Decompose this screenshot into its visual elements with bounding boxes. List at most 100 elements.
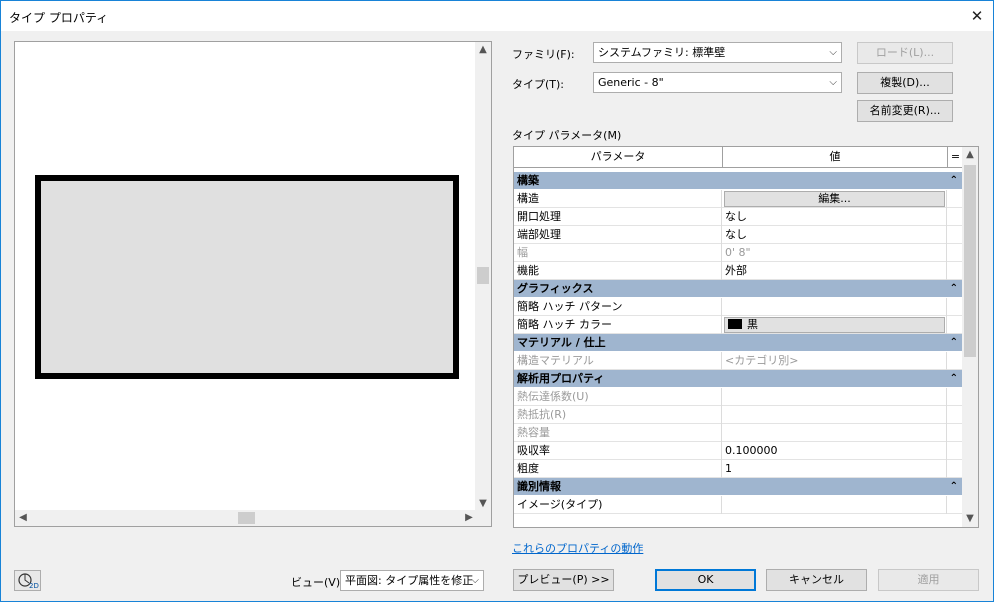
scroll-left-icon[interactable]: ◀ <box>15 510 31 526</box>
close-icon[interactable]: ✕ <box>961 1 993 31</box>
apply-button[interactable]: 適用 <box>878 569 979 591</box>
formula-cell <box>948 460 963 478</box>
scroll-up-icon[interactable]: ▲ <box>962 147 978 163</box>
load-button[interactable]: ロード(L)... <box>857 42 953 64</box>
parameter-value[interactable]: 0.100000 <box>723 442 947 460</box>
column-header-parameter[interactable]: パラメータ <box>514 147 723 167</box>
formula-cell <box>948 316 963 334</box>
parameter-value[interactable] <box>723 496 947 514</box>
family-label: ファミリ(F): <box>512 48 575 61</box>
parameter-value[interactable]: 編集... <box>723 190 947 208</box>
formula-cell <box>948 190 963 208</box>
cancel-button[interactable]: キャンセル <box>766 569 867 591</box>
scroll-down-icon[interactable]: ▼ <box>962 511 978 527</box>
parameter-value: 0' 8" <box>723 244 947 262</box>
parameter-row: 熱伝達係数(U) <box>514 388 963 406</box>
parameter-row[interactable]: イメージ(タイプ) <box>514 496 963 514</box>
parameter-row[interactable]: 開口処理 なし <box>514 208 963 226</box>
parameter-name: 幅 <box>514 244 722 262</box>
parameter-row: 熱抵抗(R) <box>514 406 963 424</box>
collapse-chevron-icon[interactable]: ⌃ <box>950 478 958 496</box>
category-header[interactable]: マテリアル / 仕上 ⌃ <box>514 334 963 352</box>
formula-cell <box>948 226 963 244</box>
collapse-chevron-icon[interactable]: ⌃ <box>950 172 958 190</box>
view-label: ビュー(V): <box>291 576 344 589</box>
parameter-value <box>723 406 947 424</box>
view-value: 平面図: タイプ属性を修正 <box>345 574 474 587</box>
parameter-value[interactable]: なし <box>723 208 947 226</box>
formula-cell <box>948 388 963 406</box>
type-parameters-label: タイプ パラメータ(M) <box>512 129 622 142</box>
category-name: 解析用プロパティ <box>517 372 605 385</box>
properties-help-link[interactable]: これらのプロパティの動作 <box>512 540 643 556</box>
parameter-value[interactable]: なし <box>723 226 947 244</box>
parameter-row[interactable]: 簡略 ハッチ パターン <box>514 298 963 316</box>
formula-cell <box>948 208 963 226</box>
preview-vscroll-thumb[interactable] <box>477 267 489 284</box>
type-label: タイプ(T): <box>512 78 565 91</box>
formula-cell <box>948 262 963 280</box>
parameter-row[interactable]: 機能 外部 <box>514 262 963 280</box>
parameter-value[interactable]: 黒 <box>723 316 947 334</box>
parameter-name: 構造 <box>514 190 722 208</box>
parameter-value[interactable]: 外部 <box>723 262 947 280</box>
formula-cell <box>948 424 963 442</box>
parameter-value[interactable]: 1 <box>723 460 947 478</box>
collapse-chevron-icon[interactable]: ⌃ <box>950 334 958 352</box>
parameter-name: 熱容量 <box>514 424 722 442</box>
category-header[interactable]: グラフィックス ⌃ <box>514 280 963 298</box>
view-2d-icon[interactable]: 2D <box>14 570 41 591</box>
color-picker-button[interactable]: 黒 <box>724 317 945 333</box>
parameter-value[interactable] <box>723 298 947 316</box>
parameter-name: 機能 <box>514 262 722 280</box>
family-combo[interactable]: システムファミリ: 標準壁 ⌵ <box>593 42 842 63</box>
parameter-row[interactable]: 粗度 1 <box>514 460 963 478</box>
preview-button[interactable]: プレビュー(P) >> <box>513 569 614 591</box>
collapse-chevron-icon[interactable]: ⌃ <box>950 370 958 388</box>
parameter-row[interactable]: 構造 編集... <box>514 190 963 208</box>
preview-horizontal-scrollbar[interactable]: ◀ ▶ <box>15 510 477 526</box>
parameter-row[interactable]: 吸収率 0.100000 <box>514 442 963 460</box>
ok-button[interactable]: OK <box>655 569 756 591</box>
parameter-row[interactable]: 簡略 ハッチ カラー 黒 <box>514 316 963 334</box>
preview-canvas[interactable] <box>15 42 477 512</box>
duplicate-button[interactable]: 複製(D)... <box>857 72 953 94</box>
rename-button[interactable]: 名前変更(R)... <box>857 100 953 122</box>
parameter-value <box>723 424 947 442</box>
parameter-row[interactable]: 端部処理 なし <box>514 226 963 244</box>
parameter-name: 吸収率 <box>514 442 722 460</box>
parameter-name: イメージ(タイプ) <box>514 496 722 514</box>
color-swatch-icon <box>728 319 742 329</box>
category-header[interactable]: 解析用プロパティ ⌃ <box>514 370 963 388</box>
grid-vscroll-thumb[interactable] <box>964 165 976 357</box>
preview-vertical-scrollbar[interactable]: ▲ ▼ <box>475 42 491 512</box>
dialog-title: タイプ プロパティ <box>9 11 109 25</box>
view-combo[interactable]: 平面図: タイプ属性を修正 ⌵ <box>340 570 484 591</box>
parameter-value <box>723 388 947 406</box>
parameter-name: 開口処理 <box>514 208 722 226</box>
parameter-name: 熱抵抗(R) <box>514 406 722 424</box>
formula-cell <box>948 352 963 370</box>
category-header[interactable]: 構築 ⌃ <box>514 172 963 190</box>
parameter-name: 簡略 ハッチ パターン <box>514 298 722 316</box>
chevron-down-icon: ⌵ <box>829 47 837 58</box>
edit-structure-button[interactable]: 編集... <box>724 191 945 207</box>
preview-hscroll-thumb[interactable] <box>238 512 255 524</box>
category-header[interactable]: 識別情報 ⌃ <box>514 478 963 496</box>
parameter-row: 幅 0' 8" <box>514 244 963 262</box>
parameter-name: 簡略 ハッチ カラー <box>514 316 722 334</box>
grid-vertical-scrollbar[interactable]: ▲ ▼ <box>962 147 978 527</box>
collapse-chevron-icon[interactable]: ⌃ <box>950 280 958 298</box>
parameter-name: 熱伝達係数(U) <box>514 388 722 406</box>
grid-body: 構築 ⌃ 構造 編集... 開口処理 なし 端部処理 なし幅 0' 8" 機能 外部 グラフィックス ⌃… <box>514 172 963 514</box>
parameter-name: 端部処理 <box>514 226 722 244</box>
formula-cell <box>948 496 963 514</box>
category-name: 識別情報 <box>517 480 561 493</box>
scroll-up-icon[interactable]: ▲ <box>475 42 491 58</box>
column-header-equals[interactable]: = <box>948 147 963 167</box>
column-header-value[interactable]: 値 <box>723 147 948 167</box>
formula-cell <box>948 244 963 262</box>
type-combo[interactable]: Generic - 8" ⌵ <box>593 72 842 93</box>
svg-text:2D: 2D <box>29 582 39 590</box>
category-name: グラフィックス <box>517 282 594 295</box>
